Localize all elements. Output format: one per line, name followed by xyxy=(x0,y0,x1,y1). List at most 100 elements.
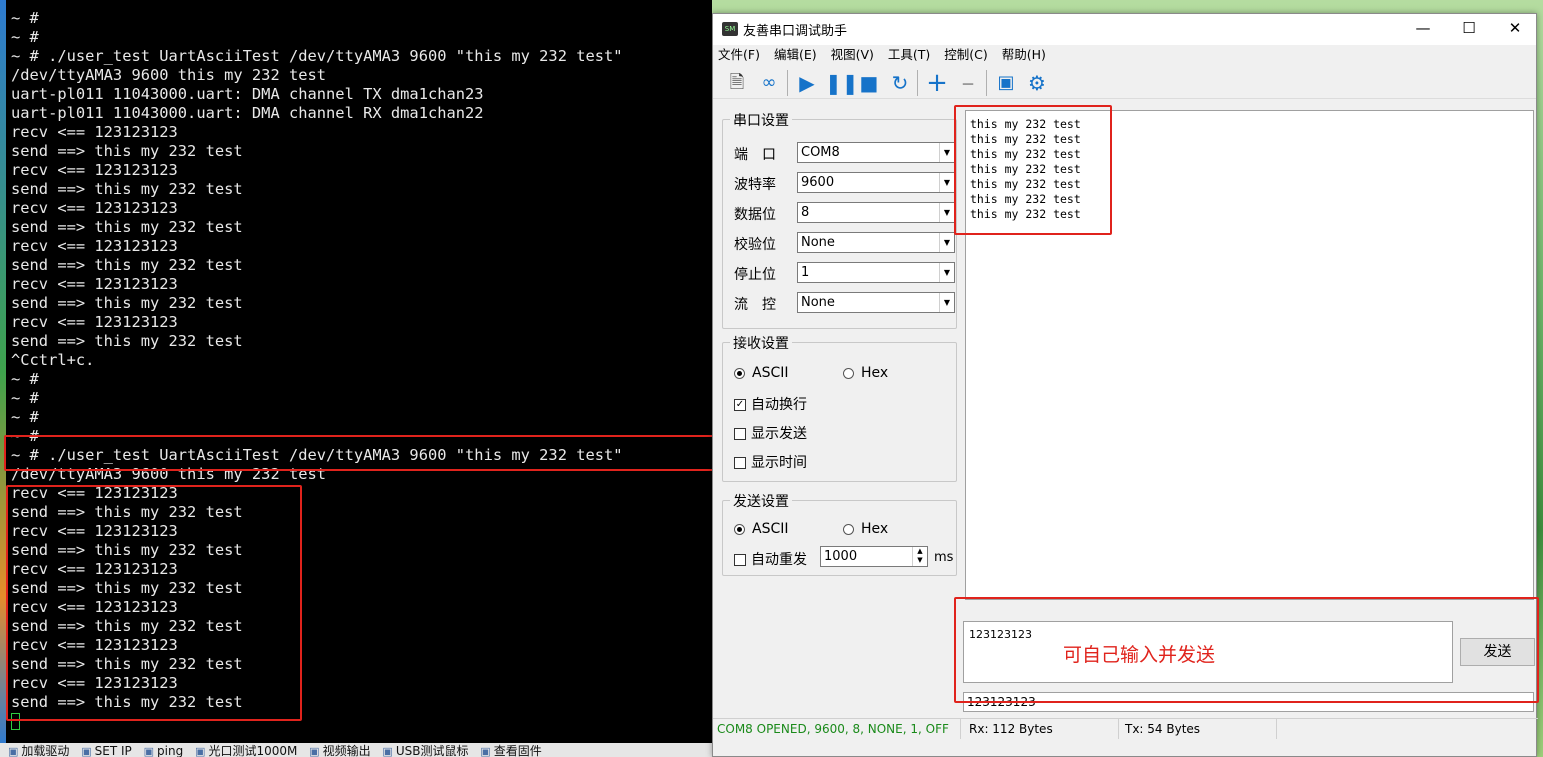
stopbits-label: 停止位 xyxy=(734,267,776,283)
gear-icon[interactable]: ⚙ xyxy=(1024,70,1050,96)
serial-settings-title: 串口设置 xyxy=(730,110,792,130)
databits-select[interactable]: 8 ▼ xyxy=(797,202,955,223)
plus-icon[interactable]: + xyxy=(924,70,950,96)
show-send-checkbox[interactable]: 显示发送 xyxy=(734,423,807,443)
parity-label: 校验位 xyxy=(734,237,776,253)
receive-settings-group: 接收设置 ASCII Hex ✓ 自动换行 显示发送 显示时间 xyxy=(722,333,957,482)
send-button[interactable]: 发送 xyxy=(1460,638,1535,666)
menu-file[interactable]: 文件(F) xyxy=(718,45,760,65)
terminal-window[interactable]: ~ # ~ # ~ # ./user_test UartAsciiTest /dev… xyxy=(6,0,712,743)
terminal-cursor-line xyxy=(11,712,712,731)
serial-settings-group: 串口设置 端 口 COM8 ▼ 波特率 9600 ▼ 数据位 8 ▼ 校验位 None… xyxy=(722,110,957,329)
terminal-output: ~ # ~ # ~ # ./user_test UartAsciiTest /dev… xyxy=(11,9,712,712)
stop-icon[interactable]: ■ xyxy=(856,70,882,96)
baud-select[interactable]: 9600 ▼ xyxy=(797,172,955,193)
toolbar-divider xyxy=(787,70,788,96)
show-send-label: 显示发送 xyxy=(751,426,807,442)
minus-icon[interactable]: – xyxy=(955,70,981,96)
terminal-line: send ==> this my 232 test xyxy=(11,332,243,350)
quick-command-item[interactable]: 光口测试1000M xyxy=(195,743,297,757)
receive-textarea[interactable]: this my 232 test this my 232 test this my … xyxy=(965,110,1534,600)
close-button[interactable]: ✕ xyxy=(1492,14,1538,45)
terminal-line: send ==> this my 232 test xyxy=(11,541,243,559)
terminal-line: ~ # xyxy=(11,408,39,426)
toolbar: 🗎 ∞ ▶ ❚❚ ■ ↻ + – ▣ ⚙ xyxy=(713,65,1536,99)
interval-value: 1000 xyxy=(824,549,858,564)
app-icon: SM xyxy=(722,22,738,36)
receive-settings-title: 接收设置 xyxy=(730,333,792,353)
chevron-down-icon: ▼ xyxy=(939,143,954,162)
send-history-select[interactable]: 123123123 xyxy=(963,692,1534,712)
pause-icon[interactable]: ❚❚ xyxy=(825,70,859,96)
interval-stepper[interactable]: 1000 ▲ ▼ xyxy=(820,546,928,567)
parity-select[interactable]: None ▼ xyxy=(797,232,955,253)
menu-edit[interactable]: 编辑(E) xyxy=(774,45,817,65)
terminal-line: send ==> this my 232 test xyxy=(11,617,243,635)
terminal-line: ~ # xyxy=(11,427,39,445)
quick-command-item[interactable]: 查看固件 xyxy=(480,743,542,757)
menu-view[interactable]: 视图(V) xyxy=(831,45,874,65)
status-connection: COM8 OPENED, 9600, 8, NONE, 1, OFF xyxy=(713,719,961,739)
new-file-icon[interactable]: 🗎 xyxy=(724,70,750,96)
terminal-cursor xyxy=(11,713,20,730)
auto-newline-label: 自动换行 xyxy=(751,397,807,413)
minimize-button[interactable]: — xyxy=(1400,14,1446,45)
terminal-line: send ==> this my 232 test xyxy=(11,579,243,597)
baud-value: 9600 xyxy=(801,175,835,190)
terminal-line: recv <== 123123123 xyxy=(11,484,178,502)
title-bar[interactable]: SM 友善串口调试助手 — ☐ ✕ xyxy=(713,14,1536,45)
terminal-line: send ==> this my 232 test xyxy=(11,142,243,160)
terminal-line: ~ # xyxy=(11,389,39,407)
chevron-down-icon: ▼ xyxy=(939,173,954,192)
refresh-icon[interactable]: ↻ xyxy=(887,70,913,96)
send-hex-radio[interactable]: Hex xyxy=(843,521,888,537)
port-select[interactable]: COM8 ▼ xyxy=(797,142,955,163)
chevron-down-icon: ▼ xyxy=(939,203,954,222)
quick-command-item[interactable]: USB测试鼠标 xyxy=(382,743,469,757)
spinner-arrows-icon[interactable]: ▲ ▼ xyxy=(912,547,927,566)
baud-label: 波特率 xyxy=(734,177,776,193)
databits-value: 8 xyxy=(801,205,810,220)
flow-value: None xyxy=(801,295,835,310)
terminal-line: recv <== 123123123 xyxy=(11,674,178,692)
terminal-line: recv <== 123123123 xyxy=(11,636,178,654)
send-ascii-radio[interactable]: ASCII xyxy=(734,521,789,537)
receive-hex-radio[interactable]: Hex xyxy=(843,365,888,381)
menu-tools[interactable]: 工具(T) xyxy=(888,45,930,65)
maximize-button[interactable]: ☐ xyxy=(1446,14,1492,45)
terminal-line: send ==> this my 232 test xyxy=(11,294,243,312)
radio-unselected-icon xyxy=(843,523,854,535)
terminal-line: send ==> this my 232 test xyxy=(11,218,243,236)
port-value: COM8 xyxy=(801,145,840,160)
chevron-down-icon: ▼ xyxy=(939,293,954,312)
chevron-down-icon: ▼ xyxy=(939,263,954,282)
window-icon[interactable]: ▣ xyxy=(993,70,1019,96)
radio-selected-icon xyxy=(734,523,745,535)
receive-line: this my 232 test xyxy=(970,117,1081,131)
stopbits-select[interactable]: 1 ▼ xyxy=(797,262,955,283)
terminal-line: ~ # ./user_test UartAsciiTest /dev/ttyAM… xyxy=(11,446,623,464)
quick-command-item[interactable]: SET IP xyxy=(81,743,132,757)
receive-line: this my 232 test xyxy=(970,207,1081,221)
receive-line: this my 232 test xyxy=(970,132,1081,146)
menu-control[interactable]: 控制(C) xyxy=(944,45,987,65)
play-icon[interactable]: ▶ xyxy=(794,70,820,96)
quick-command-item[interactable]: ping xyxy=(144,743,183,757)
menu-help[interactable]: 帮助(H) xyxy=(1002,45,1046,65)
terminal-line: ~ # xyxy=(11,9,39,27)
quick-command-item[interactable]: 视频输出 xyxy=(309,743,371,757)
chevron-down-icon: ▼ xyxy=(939,233,954,252)
quick-command-item[interactable]: 加载驱动 xyxy=(8,743,69,757)
loop-icon[interactable]: ∞ xyxy=(756,70,782,96)
show-time-checkbox[interactable]: 显示时间 xyxy=(734,452,807,472)
auto-newline-checkbox[interactable]: ✓ 自动换行 xyxy=(734,394,807,414)
send-text: 123123123 xyxy=(969,628,1032,641)
auto-resend-checkbox[interactable]: 自动重发 xyxy=(734,549,807,569)
terminal-line: send ==> this my 232 test xyxy=(11,655,243,673)
radio-unselected-icon xyxy=(843,367,854,379)
receive-ascii-radio[interactable]: ASCII xyxy=(734,365,789,381)
receive-line: this my 232 test xyxy=(970,192,1081,206)
toolbar-divider xyxy=(986,70,987,96)
serial-assistant-window: SM 友善串口调试助手 — ☐ ✕ 文件(F) 编辑(E) 视图(V) 工具(T… xyxy=(712,13,1538,757)
flow-select[interactable]: None ▼ xyxy=(797,292,955,313)
